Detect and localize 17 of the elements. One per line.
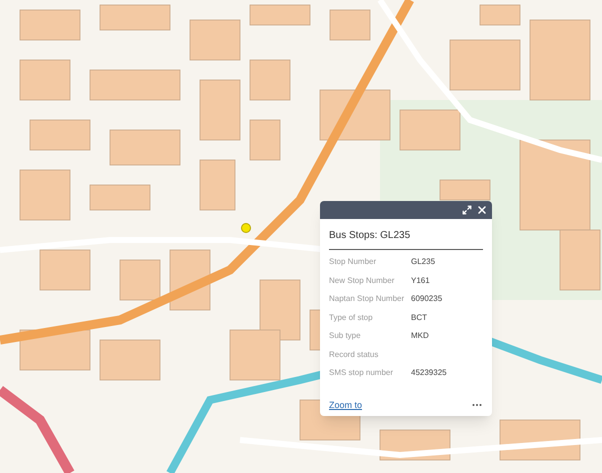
field-value: MKD [411,330,429,342]
zoom-to-link[interactable]: Zoom to [329,398,362,412]
field-label: Naptan Stop Number [329,293,406,306]
field-label: New Stop Number [329,274,396,287]
field-label: Stop Number [329,256,378,268]
field-value: 6090235 [411,293,442,306]
close-button[interactable] [476,204,488,216]
field-value: BCT [411,312,427,324]
field-label: SMS stop number [329,367,394,380]
field-label: Sub type [329,330,362,342]
field-value: 45239325 [411,367,447,380]
field-label: Type of stop [329,312,374,324]
field-value: GL235 [411,256,436,268]
maximize-button[interactable] [462,205,472,215]
field-value: Y161 [411,274,430,287]
field-label: Record status [329,348,380,361]
popup-title: Bus Stops: GL235 [329,228,483,250]
